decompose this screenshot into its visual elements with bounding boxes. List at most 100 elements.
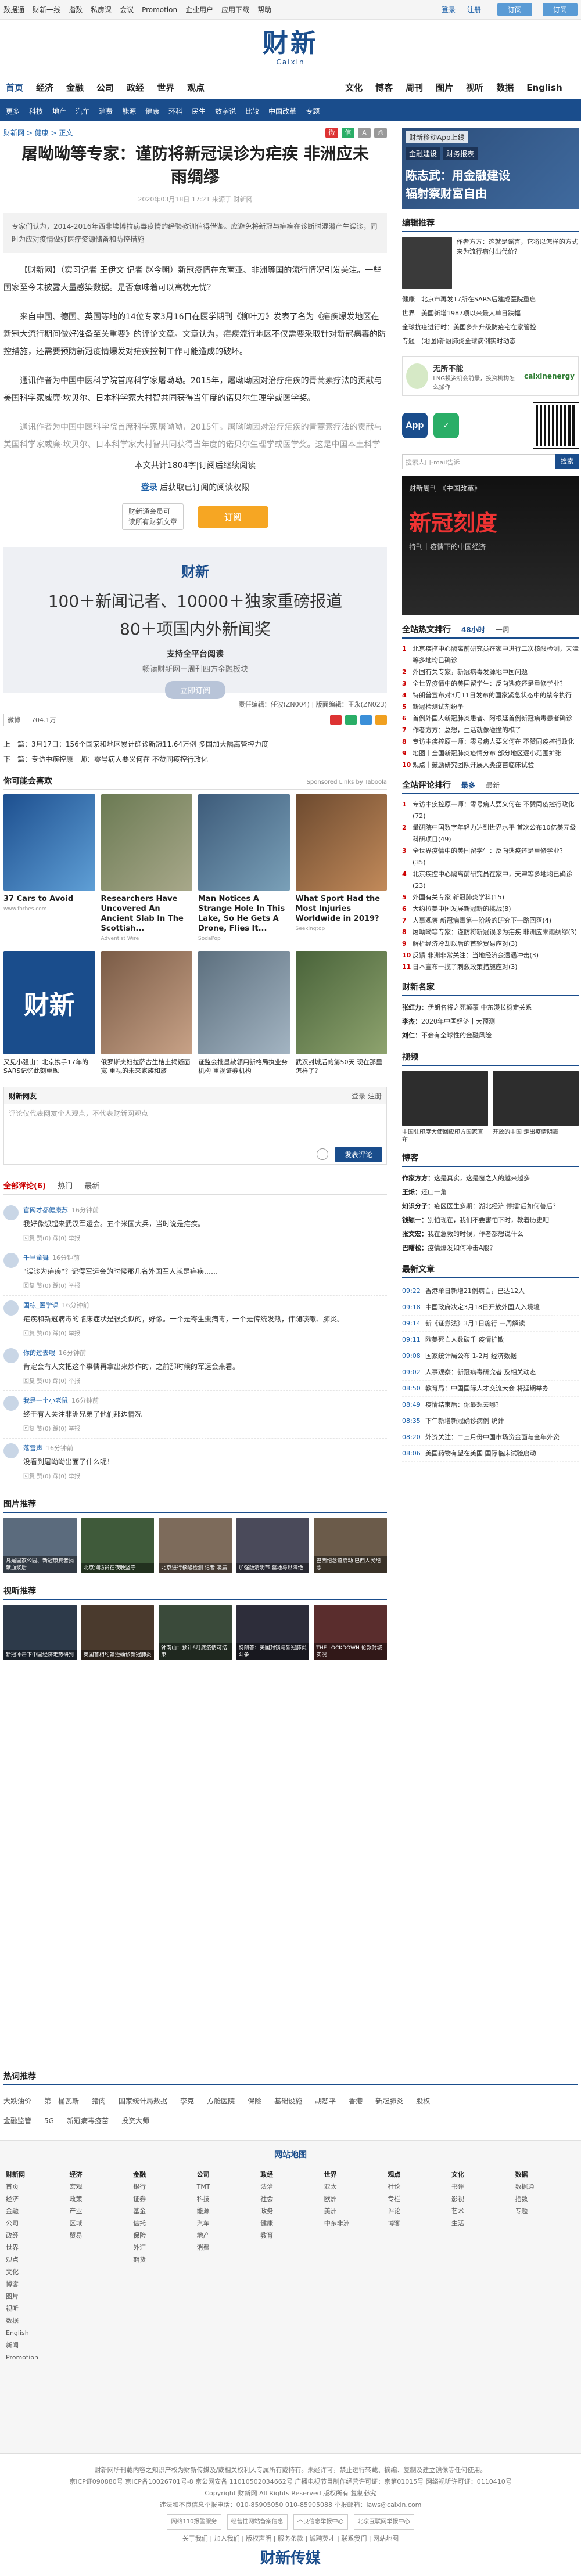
- subnav-item-4[interactable]: 消费: [99, 106, 113, 116]
- login-to-read-link[interactable]: 登录: [141, 483, 157, 492]
- sitemap-link[interactable]: 欧洲: [324, 2193, 385, 2205]
- site-logo[interactable]: 财新: [263, 29, 318, 58]
- top-link-3[interactable]: 私房课: [91, 6, 112, 14]
- hot-word[interactable]: 投资大师: [121, 2117, 149, 2125]
- nav-item-4[interactable]: 政经: [127, 81, 144, 93]
- sitemap-link[interactable]: 期货: [133, 2254, 193, 2266]
- sitemap-link[interactable]: 信托: [133, 2217, 193, 2229]
- rank-item[interactable]: 5 新冠检测试剂纷争: [402, 701, 579, 713]
- comment-rank-item[interactable]: 3 全世界疫情中的美国留学生：反向逃疫还是重修学业？(35): [402, 845, 579, 869]
- hot-word[interactable]: 金融监管: [3, 2117, 31, 2125]
- video-item[interactable]: 特朗普：美国封锁与新冠肺炎斗争: [236, 1605, 310, 1660]
- tab-all-comments[interactable]: 全部评论(6): [3, 1182, 46, 1191]
- share-weibo-icon[interactable]: 微: [325, 128, 338, 138]
- latest-item[interactable]: 09:02 人事观察：新冠病毒研究者 及相关动态: [402, 1364, 579, 1381]
- emoji-icon[interactable]: [316, 1148, 328, 1160]
- top-link-6[interactable]: 企业用户: [185, 6, 213, 14]
- sitemap-link[interactable]: 博客: [6, 2278, 66, 2290]
- comment-rank-tab-new[interactable]: 最新: [486, 780, 500, 790]
- sitemap-column-header[interactable]: 公司: [197, 2168, 257, 2181]
- comment-rank-item[interactable]: 7 人事观察 新冠病毒第一阶段的研究下一路回落(4): [402, 915, 579, 927]
- comment-actions[interactable]: 回复 赞(0) 踩(0) 举报: [23, 1376, 387, 1385]
- subnav-item-10[interactable]: 比较: [245, 106, 259, 116]
- author-item[interactable]: 张红力：伊朗名将之死颠覆 中东漫长稳定关系: [402, 1001, 579, 1015]
- pic-item[interactable]: 北京进行核酸检测 记者 凌晨: [159, 1518, 232, 1573]
- subnav-item-12[interactable]: 专题: [306, 106, 320, 116]
- app-icon[interactable]: App: [402, 413, 428, 438]
- hot-word[interactable]: 基础设施: [274, 2097, 302, 2105]
- share-qq-icon[interactable]: [360, 715, 372, 725]
- subnav-item-7[interactable]: 环科: [168, 106, 182, 116]
- top-link-7[interactable]: 应用下载: [221, 6, 249, 14]
- editor-pick-item[interactable]: 全球抗疫进行时：美国多州升级防疫宅在家管控: [402, 320, 579, 334]
- sitemap-column-header[interactable]: 世界: [324, 2168, 385, 2181]
- nav-item-5[interactable]: 世界: [157, 81, 174, 93]
- hot-word[interactable]: 胡恕平: [315, 2097, 336, 2105]
- comment-rank-item[interactable]: 2 量研院中国数字年轻力达到世界水平 首次公布10亿美元级科研项目(49): [402, 822, 579, 845]
- latest-item[interactable]: 08:06 美国药物有望在美国 国际临床试验启动: [402, 1446, 579, 1462]
- font-size-icon[interactable]: A: [358, 128, 371, 138]
- editor-pick-item[interactable]: 健康｜北京市再发17所在SARS后建成医院重启: [402, 293, 579, 307]
- sitemap-link[interactable]: 消费: [197, 2242, 257, 2254]
- sitemap-link[interactable]: TMT: [197, 2181, 257, 2193]
- blog-item[interactable]: 王烁：还山一角: [402, 1186, 579, 1199]
- nav-item-0[interactable]: 首页: [6, 81, 23, 93]
- rank-tab-week[interactable]: 一周: [496, 625, 510, 635]
- subnav-item-2[interactable]: 地产: [52, 106, 66, 116]
- top-link-8[interactable]: 帮助: [257, 6, 271, 14]
- sitemap-link[interactable]: 视听: [6, 2303, 66, 2315]
- hot-word[interactable]: 香港: [349, 2097, 363, 2105]
- subnav-item-9[interactable]: 数字说: [215, 106, 236, 116]
- sitemap-link[interactable]: 数据: [6, 2315, 66, 2327]
- nav-item-2[interactable]: 金融: [66, 81, 84, 93]
- subnav-item-8[interactable]: 民生: [192, 106, 206, 116]
- sitemap-link[interactable]: 专题: [515, 2205, 575, 2217]
- sitemap-link[interactable]: 社论: [388, 2181, 448, 2193]
- sitemap-link[interactable]: 金融: [6, 2205, 66, 2217]
- register-link[interactable]: 注册: [467, 5, 481, 15]
- comment-rank-item[interactable]: 4 北京疾控中心隔离前研究员在家中，天津等多地均已确诊(23): [402, 869, 579, 892]
- side-video-item[interactable]: 中国驻印度大使回应印方国家宣布: [402, 1071, 488, 1144]
- latest-item[interactable]: 08:50 教育局：中国国际人才交流大会 将延期举办: [402, 1381, 579, 1397]
- nav-item-r0[interactable]: 文化: [345, 81, 363, 93]
- sitemap-column-header[interactable]: 财新网: [6, 2168, 66, 2181]
- editor-pick-item[interactable]: 世界｜美国新增1987项以来最大单日跌幅: [402, 307, 579, 320]
- latest-item[interactable]: 09:08 国家统计局公布 1-2月 经济数据: [402, 1348, 579, 1364]
- recommend-item[interactable]: 俄罗斯夫妇拉萨古生桔土揭疑面宽 重视的未来家族和旅: [101, 951, 192, 1075]
- hot-word[interactable]: 股权: [416, 2097, 430, 2105]
- sitemap-link[interactable]: 生活: [451, 2217, 512, 2229]
- sitemap-link[interactable]: 基金: [133, 2205, 193, 2217]
- top-link-2[interactable]: 指数: [69, 6, 83, 14]
- sitemap-link[interactable]: 艺术: [451, 2205, 512, 2217]
- pic-item[interactable]: 巴西纪念馆启动 巴西人民纪念: [314, 1518, 387, 1573]
- latest-item[interactable]: 09:18 中国政府决定3月18日开放外国人入境境: [402, 1299, 579, 1316]
- tab-hot-comments[interactable]: 热门: [58, 1182, 73, 1191]
- sitemap-link[interactable]: 宏观: [70, 2181, 130, 2193]
- sitemap-link[interactable]: 教育: [260, 2229, 321, 2242]
- footer-badge[interactable]: 北京互联网举报中心: [353, 2514, 414, 2530]
- comment-username[interactable]: 千里童舞: [23, 1254, 49, 1262]
- comment-actions[interactable]: 回复 赞(0) 踩(0) 举报: [23, 1328, 387, 1337]
- share-weibo-icon-2[interactable]: [330, 715, 342, 725]
- sitemap-link[interactable]: 影视: [451, 2193, 512, 2205]
- sitemap-link[interactable]: 科技: [197, 2193, 257, 2205]
- recommend-item[interactable]: 37 Cars to Avoid www.forbes.com: [3, 794, 95, 942]
- prev-article-link[interactable]: 上一篇：3月17日：156个国家和地区累计确诊新冠11.64万例 多国加大隔离管…: [3, 737, 387, 752]
- avatar[interactable]: [3, 1205, 19, 1220]
- avatar[interactable]: [3, 1253, 19, 1268]
- blog-item[interactable]: 知识分子：疫区医生多期：湖北经济'停摆'后如何善后？: [402, 1199, 579, 1213]
- nav-item-r2[interactable]: 周刊: [406, 81, 423, 93]
- side-ad-3[interactable]: 财新周刊 《中国改革》 新冠刻度 特刊｜疫情下的中国经济: [402, 476, 579, 615]
- video-item[interactable]: THE LOCKDOWN 伦敦封城实况: [314, 1605, 387, 1660]
- sitemap-link[interactable]: 银行: [133, 2181, 193, 2193]
- rank-item[interactable]: 3 全世界疫情中的美国留学生：反向逃疫还是重修学业？: [402, 678, 579, 690]
- sitemap-link[interactable]: 专栏: [388, 2193, 448, 2205]
- latest-item[interactable]: 08:49 疫情结束后：你最想去哪？: [402, 1397, 579, 1413]
- sitemap-column-header[interactable]: 政经: [260, 2168, 321, 2181]
- subnav-item-6[interactable]: 健康: [145, 106, 159, 116]
- weibo-follow-button[interactable]: 微博: [3, 714, 24, 726]
- latest-item[interactable]: 09:14 新《证券法》3月1日施行 一周解读: [402, 1316, 579, 1332]
- comment-rank-item[interactable]: 6 大约拉美中国发展新冠新的挑战(8): [402, 903, 579, 915]
- rank-item[interactable]: 8 专访中疾控原一师：零号病人要义何在 不赞同疫控行政化: [402, 736, 579, 748]
- recommend-item[interactable]: Man Notices A Strange Hole In This Lake,…: [198, 794, 290, 942]
